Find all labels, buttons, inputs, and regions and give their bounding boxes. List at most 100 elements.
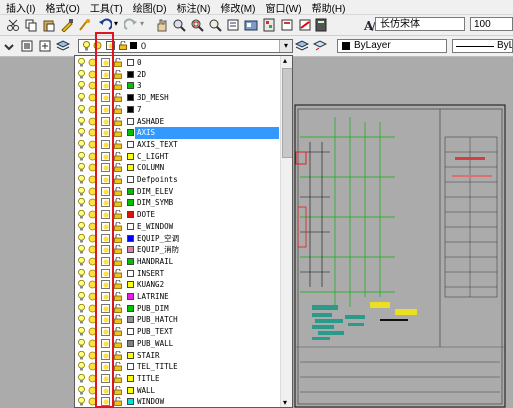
bulb-icon[interactable] bbox=[78, 116, 85, 126]
layer-manager-icon[interactable] bbox=[56, 39, 70, 53]
layer-color-swatch[interactable] bbox=[127, 117, 134, 125]
zoom-realtime-icon[interactable] bbox=[172, 18, 186, 32]
layer-color-swatch[interactable] bbox=[127, 339, 134, 347]
layer-color-swatch[interactable] bbox=[127, 328, 134, 336]
bulb-icon[interactable] bbox=[78, 175, 85, 184]
layer-color-swatch[interactable] bbox=[127, 129, 134, 137]
zoom-window-icon[interactable] bbox=[190, 18, 204, 32]
menu-format[interactable]: 格式(O) bbox=[39, 0, 83, 15]
layer-state-icon[interactable] bbox=[38, 39, 52, 53]
bulb-icon[interactable] bbox=[78, 385, 85, 395]
layer-color-swatch[interactable] bbox=[127, 187, 134, 195]
layer-color-swatch[interactable] bbox=[127, 176, 134, 183]
layer-color-swatch[interactable] bbox=[127, 82, 134, 90]
layer-color-swatch[interactable] bbox=[127, 211, 134, 219]
match-properties-icon[interactable] bbox=[60, 18, 74, 32]
unlock-icon[interactable] bbox=[114, 151, 122, 161]
text-style-select[interactable]: 长仿宋体 bbox=[375, 17, 465, 31]
bulb-icon[interactable] bbox=[78, 81, 85, 90]
unlock-icon[interactable] bbox=[114, 128, 122, 138]
layer-color-swatch[interactable] bbox=[127, 363, 134, 371]
bulb-icon[interactable] bbox=[78, 221, 85, 231]
layer-color-swatch[interactable] bbox=[127, 222, 134, 230]
layer-color-swatch[interactable] bbox=[127, 316, 134, 324]
layer-previous-toggle-icon[interactable] bbox=[313, 39, 327, 53]
bulb-icon[interactable] bbox=[78, 69, 85, 79]
properties-icon[interactable] bbox=[226, 18, 240, 32]
layer-color-swatch[interactable] bbox=[127, 374, 134, 382]
layer-color-swatch[interactable] bbox=[127, 59, 134, 66]
menu-help[interactable]: 帮助(H) bbox=[306, 0, 350, 15]
design-center-icon[interactable] bbox=[244, 18, 258, 32]
layer-color-swatch[interactable] bbox=[127, 234, 134, 242]
bulb-icon[interactable] bbox=[78, 93, 85, 102]
bulb-icon[interactable] bbox=[78, 210, 85, 219]
block-editor-icon[interactable] bbox=[78, 18, 92, 32]
unlock-icon[interactable] bbox=[114, 350, 122, 360]
unlock-icon[interactable] bbox=[114, 210, 122, 219]
bulb-icon[interactable] bbox=[78, 186, 85, 196]
unlock-icon[interactable] bbox=[114, 338, 122, 348]
menu-window[interactable]: 窗口(W) bbox=[259, 0, 305, 15]
menu-insert[interactable]: 插入(I) bbox=[0, 0, 39, 15]
paste-icon[interactable] bbox=[42, 18, 56, 32]
layer-previous-icon[interactable] bbox=[20, 39, 34, 53]
bulb-icon[interactable] bbox=[78, 373, 85, 383]
layer-color-swatch[interactable] bbox=[127, 199, 134, 207]
vertical-scrollbar[interactable]: ▴ ▾ bbox=[280, 56, 292, 407]
unlock-icon[interactable] bbox=[114, 315, 122, 325]
color-control[interactable]: ByLayer bbox=[337, 39, 447, 53]
layer-color-swatch[interactable] bbox=[127, 152, 134, 160]
menu-tools[interactable]: 工具(T) bbox=[84, 0, 127, 15]
markup-icon[interactable] bbox=[298, 18, 312, 32]
unlock-icon[interactable] bbox=[114, 233, 122, 243]
tool-palettes-icon[interactable] bbox=[262, 18, 276, 32]
redo-dropdown-icon[interactable]: ▾ bbox=[140, 19, 144, 28]
bulb-icon[interactable] bbox=[78, 338, 85, 348]
make-object-layer-current-icon[interactable] bbox=[295, 39, 309, 53]
unlock-icon[interactable] bbox=[114, 397, 122, 407]
bulb-icon[interactable] bbox=[78, 163, 85, 172]
undo-icon[interactable] bbox=[98, 18, 112, 32]
unlock-icon[interactable] bbox=[114, 139, 122, 149]
scroll-down-icon[interactable]: ▾ bbox=[283, 398, 287, 407]
bulb-icon[interactable] bbox=[78, 327, 85, 336]
scroll-up-icon[interactable]: ▴ bbox=[283, 56, 287, 65]
sheet-set-icon[interactable] bbox=[280, 18, 294, 32]
layer-color-swatch[interactable] bbox=[127, 293, 134, 300]
unlock-icon[interactable] bbox=[114, 81, 122, 91]
layer-color-swatch[interactable] bbox=[127, 105, 134, 113]
layer-color-swatch[interactable] bbox=[127, 257, 134, 265]
bulb-icon[interactable] bbox=[78, 233, 85, 243]
bulb-icon[interactable] bbox=[78, 104, 85, 114]
bulb-icon[interactable] bbox=[78, 128, 85, 137]
unlock-icon[interactable] bbox=[114, 327, 122, 336]
unlock-icon[interactable] bbox=[114, 256, 122, 266]
layer-color-swatch[interactable] bbox=[127, 246, 134, 254]
layer-color-swatch[interactable] bbox=[127, 386, 134, 394]
zoom-previous-icon[interactable] bbox=[208, 18, 222, 32]
layer-color-swatch[interactable] bbox=[127, 70, 134, 78]
unlock-icon[interactable] bbox=[114, 116, 122, 126]
layer-color-swatch[interactable] bbox=[127, 94, 134, 102]
unlock-icon[interactable] bbox=[114, 104, 122, 114]
bulb-icon[interactable] bbox=[78, 397, 85, 406]
scroll-thumb[interactable] bbox=[282, 68, 292, 158]
bulb-icon[interactable] bbox=[78, 303, 85, 313]
bulb-icon[interactable] bbox=[78, 139, 85, 149]
unlock-icon[interactable] bbox=[114, 58, 122, 67]
unlock-icon[interactable] bbox=[114, 186, 122, 196]
layer-color-swatch[interactable] bbox=[127, 398, 134, 406]
bulb-icon[interactable] bbox=[78, 350, 85, 360]
layer-color-swatch[interactable] bbox=[127, 304, 134, 312]
cut-icon[interactable] bbox=[6, 18, 20, 32]
bulb-icon[interactable] bbox=[78, 280, 85, 289]
bulb-icon[interactable] bbox=[78, 245, 85, 254]
pan-icon[interactable] bbox=[154, 18, 168, 32]
unlock-icon[interactable] bbox=[114, 93, 122, 102]
layer-color-swatch[interactable] bbox=[127, 164, 134, 172]
unlock-icon[interactable] bbox=[114, 373, 122, 383]
redo-icon[interactable] bbox=[124, 18, 138, 32]
menu-dimension[interactable]: 标注(N) bbox=[171, 0, 215, 15]
unlock-icon[interactable] bbox=[114, 198, 122, 208]
